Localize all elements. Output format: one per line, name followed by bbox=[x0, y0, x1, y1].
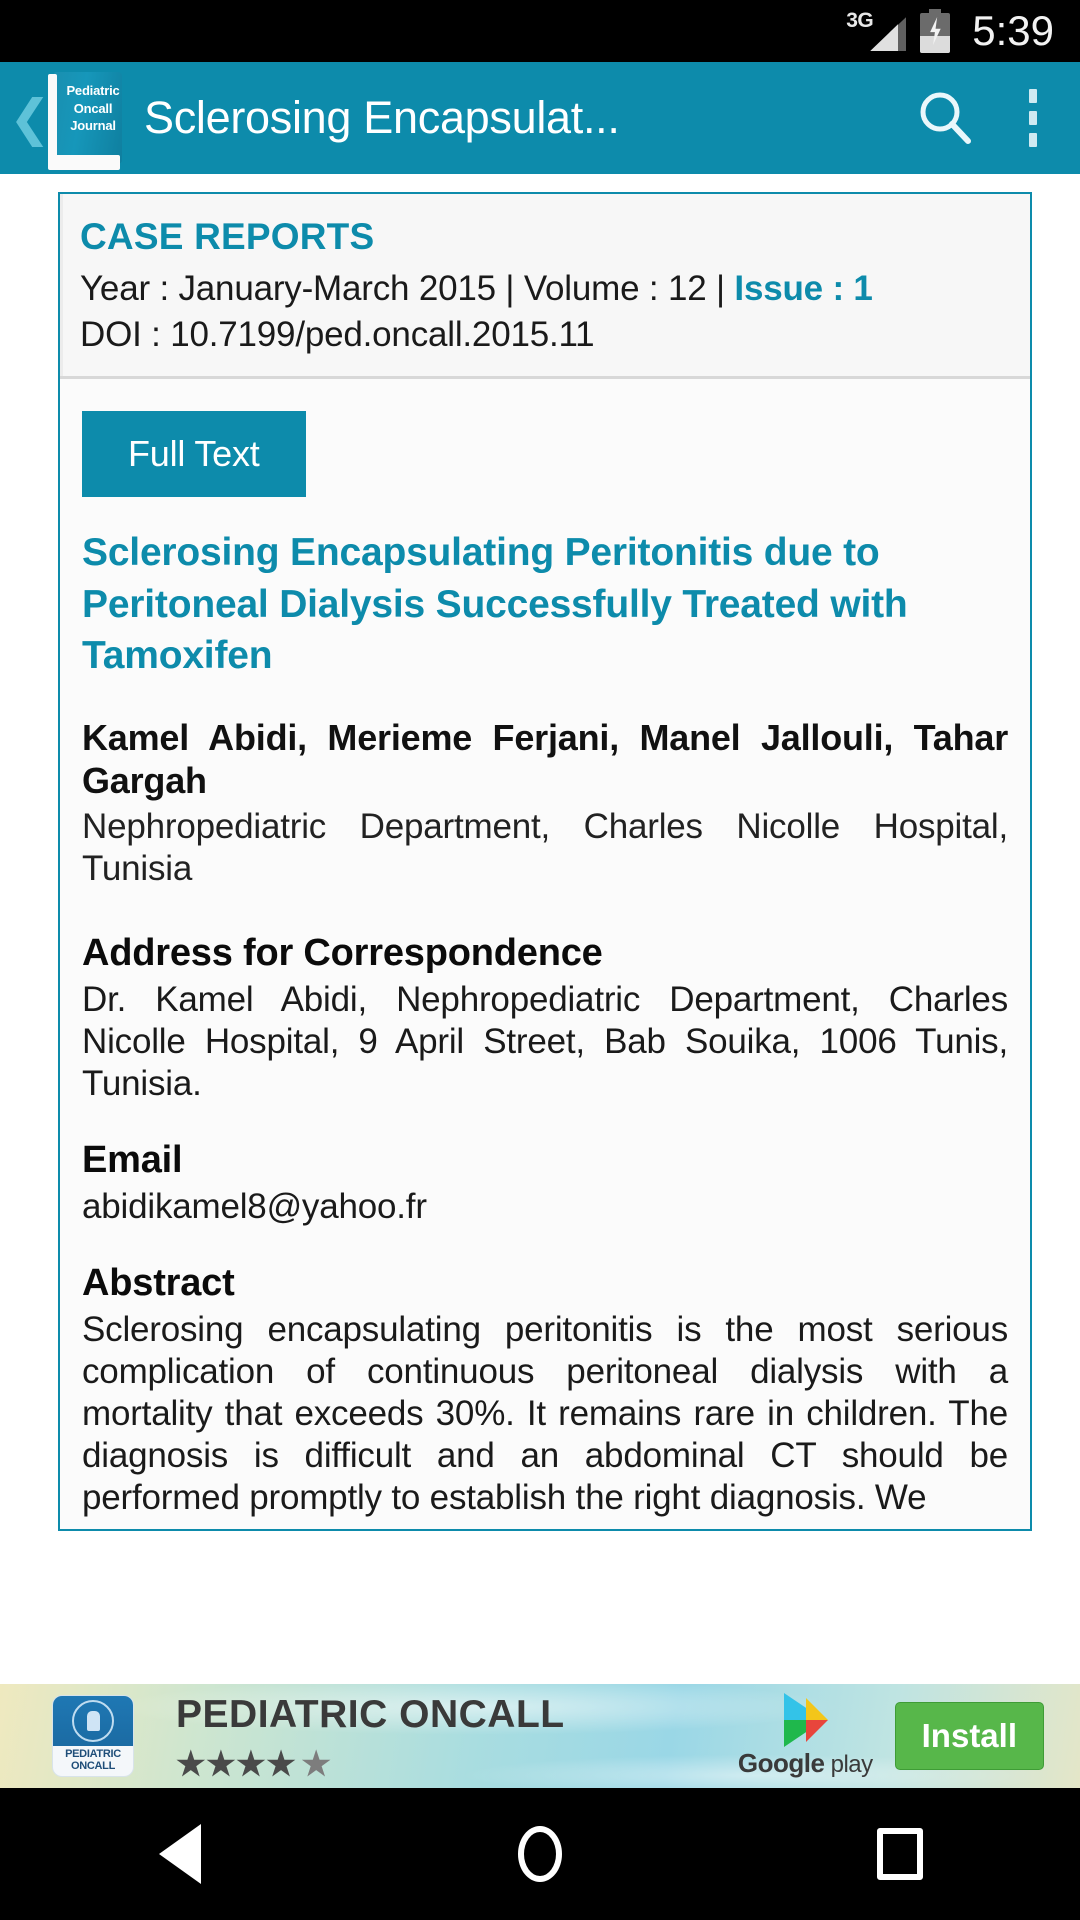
signal-triangle-fg bbox=[870, 24, 899, 51]
nav-recents-button[interactable] bbox=[800, 1788, 1000, 1920]
google-play-brand: Google bbox=[737, 1748, 825, 1778]
ad-app-icon: PEDIATRIC ONCALL bbox=[52, 1695, 134, 1777]
google-play-suffix: play bbox=[830, 1751, 874, 1778]
full-text-button[interactable]: Full Text bbox=[82, 411, 306, 498]
app-logo-line-2: Oncall bbox=[73, 100, 113, 116]
ad-icon-ring bbox=[72, 1700, 114, 1742]
nav-home-button[interactable] bbox=[440, 1788, 640, 1920]
article-meta-box: CASE REPORTS Year : January-March 2015 |… bbox=[60, 194, 1030, 380]
back-chevron-icon[interactable]: ❮ bbox=[0, 62, 51, 174]
overflow-menu-icon[interactable] bbox=[994, 89, 1080, 147]
article-authors: Kamel Abidi, Merieme Ferjani, Manel Jall… bbox=[82, 716, 1008, 801]
correspondence-body: Dr. Kamel Abidi, Nephropediatric Departm… bbox=[82, 980, 1008, 1104]
overflow-dot-2 bbox=[1029, 111, 1037, 125]
article-card: CASE REPORTS Year : January-March 2015 |… bbox=[58, 192, 1032, 1532]
google-play-badge: Google play bbox=[738, 1693, 873, 1779]
ad-banner[interactable]: PEDIATRIC ONCALL PEDIATRIC ONCALL ★★★★ ★… bbox=[0, 1684, 1080, 1788]
overflow-dot-1 bbox=[1029, 89, 1037, 103]
article-category-label: CASE REPORTS bbox=[80, 216, 375, 257]
article-issue-line: Year : January-March 2015 | Volume : 12 … bbox=[80, 266, 1010, 312]
book-pages bbox=[48, 155, 120, 170]
email-value[interactable]: abidikamel8@yahoo.fr bbox=[82, 1186, 1008, 1228]
google-play-label: Google play bbox=[738, 1748, 873, 1779]
ad-app-icon-emblem bbox=[53, 1696, 133, 1746]
article-affiliation: Nephropediatric Department, Charles Nico… bbox=[82, 807, 1008, 889]
ad-rating-full: ★★★★ bbox=[176, 1744, 297, 1782]
abstract-heading: Abstract bbox=[82, 1262, 235, 1305]
app-logo-label: Pediatric Oncall Journal bbox=[62, 82, 124, 135]
article-issue-prefix: Year : January-March 2015 | Volume : 12 … bbox=[80, 269, 735, 308]
phone-screen: 3G 5:39 ❮ Pediatric Oncall Journal Scler… bbox=[0, 0, 1080, 1920]
battery-charging-icon bbox=[920, 9, 951, 53]
app-logo-line-3: Journal bbox=[70, 118, 116, 134]
article-title-link[interactable]: Sclerosing Encapsulating Peritonitis due… bbox=[82, 527, 1008, 681]
ad-rating-half: ★ bbox=[301, 1744, 332, 1782]
signal-bars-icon: 3G bbox=[846, 9, 907, 53]
ad-icon-label-line-2: ONCALL bbox=[70, 1760, 116, 1772]
ad-app-title: PEDIATRIC ONCALL bbox=[176, 1692, 565, 1736]
article-body: Full Text Sclerosing Encapsulating Perit… bbox=[60, 379, 1030, 1530]
clock-label: 5:39 bbox=[972, 7, 1054, 54]
google-play-triangle-icon bbox=[782, 1693, 829, 1747]
article-doi-line: DOI : 10.7199/ped.oncall.2015.11 bbox=[80, 315, 595, 355]
app-logo-line-1: Pediatric bbox=[66, 83, 120, 98]
page-title: Sclerosing Encapsulat... bbox=[144, 92, 620, 143]
gp-shard-yellow bbox=[806, 1698, 829, 1720]
ad-app-icon-label: PEDIATRIC ONCALL bbox=[53, 1746, 133, 1776]
nav-back-button[interactable] bbox=[80, 1788, 280, 1920]
ad-rating-stars: ★★★★ ★ bbox=[176, 1747, 565, 1780]
status-bar: 3G 5:39 bbox=[0, 0, 1080, 62]
status-bar-icons: 3G 5:39 bbox=[846, 7, 1054, 54]
nav-back-triangle-icon bbox=[159, 1824, 201, 1884]
nav-home-circle-icon bbox=[518, 1826, 562, 1882]
ad-icon-figure bbox=[86, 1711, 100, 1731]
app-logo-icon: Pediatric Oncall Journal bbox=[42, 64, 128, 172]
email-heading: Email bbox=[82, 1139, 183, 1182]
action-bar: ❮ Pediatric Oncall Journal Sclerosing En… bbox=[0, 62, 1080, 174]
gp-shard-red bbox=[806, 1720, 829, 1742]
article-issue-link[interactable]: Issue : 1 bbox=[734, 269, 872, 308]
nav-recents-square-icon bbox=[877, 1828, 923, 1880]
ad-text-block: PEDIATRIC ONCALL ★★★★ ★ bbox=[134, 1693, 565, 1780]
search-icon[interactable] bbox=[898, 86, 994, 150]
network-type-label: 3G bbox=[846, 9, 874, 32]
install-button[interactable]: Install bbox=[894, 1702, 1044, 1770]
correspondence-heading: Address for Correspondence bbox=[82, 932, 603, 975]
overflow-dot-3 bbox=[1029, 133, 1037, 147]
article-scroll-area[interactable]: CASE REPORTS Year : January-March 2015 |… bbox=[0, 174, 1080, 1684]
abstract-body: Sclerosing encapsulating peritonitis is … bbox=[82, 1310, 1008, 1518]
android-nav-bar bbox=[0, 1788, 1080, 1920]
